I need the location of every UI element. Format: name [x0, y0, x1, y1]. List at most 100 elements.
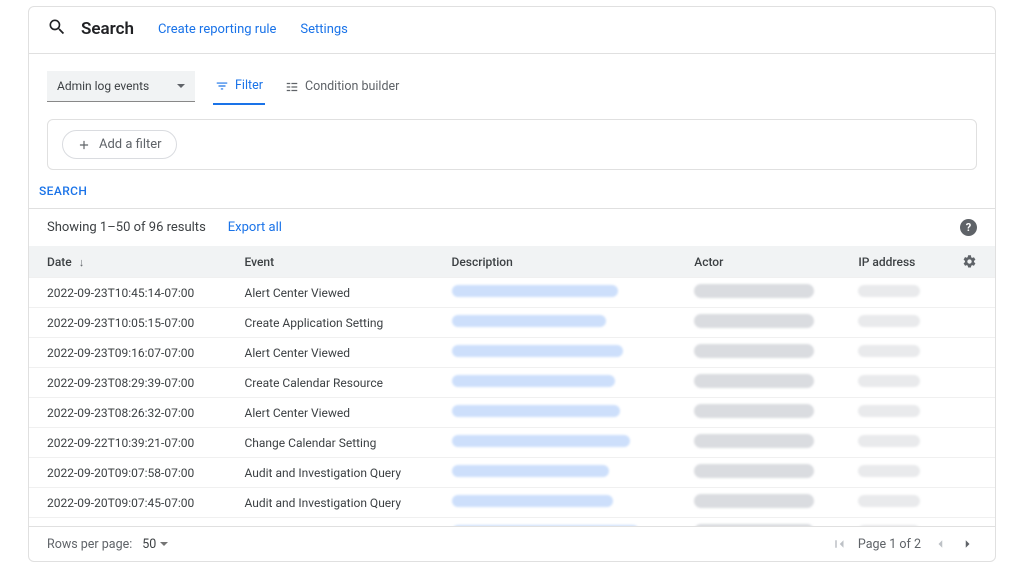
- controls-row: Admin log events Filter Condition builde…: [29, 54, 995, 105]
- chevron-down-icon: [160, 542, 168, 550]
- table-row[interactable]: 2022-09-23T08:29:39-07:00Create Calendar…: [29, 368, 995, 398]
- table-row[interactable]: 2022-09-23T09:16:07-07:00Alert Center Vi…: [29, 338, 995, 368]
- plus-icon: [77, 138, 91, 152]
- cell-description: [442, 488, 685, 518]
- cell-ip: [848, 368, 944, 398]
- page-text: Page 1 of 2: [858, 537, 921, 552]
- cell-ip: [848, 428, 944, 458]
- cell-description: [442, 398, 685, 428]
- cell-ip: [848, 338, 944, 368]
- results-table: Date ↓ Event Description Actor IP addres…: [29, 246, 995, 526]
- cell-ip: [848, 488, 944, 518]
- cell-date: 2022-09-20T09:07:58-07:00: [29, 458, 234, 488]
- cell-event: Alert Center Viewed: [234, 338, 441, 368]
- chevron-down-icon: [177, 84, 185, 92]
- export-all-link[interactable]: Export all: [228, 220, 282, 235]
- create-reporting-rule-link[interactable]: Create reporting rule: [158, 22, 276, 37]
- cell-event: Create Application Setting: [234, 308, 441, 338]
- cell-actor: [684, 488, 848, 518]
- cell-date: 2022-09-20T09:07:45-07:00: [29, 488, 234, 518]
- tab-condition-builder-label: Condition builder: [305, 79, 399, 94]
- cell-ip: [848, 278, 944, 308]
- cell-date: 2022-09-22T10:39:21-07:00: [29, 428, 234, 458]
- cell-event: Create Calendar Resource: [234, 368, 441, 398]
- table-row[interactable]: 2022-09-20T09:03:08-07:00Audit and Inves…: [29, 518, 995, 526]
- cell-event: Audit and Investigation Query: [234, 458, 441, 488]
- cell-event: Alert Center Viewed: [234, 398, 441, 428]
- col-date-label: Date: [47, 255, 72, 269]
- cell-event: Audit and Investigation Query: [234, 518, 441, 526]
- cell-event: Change Calendar Setting: [234, 428, 441, 458]
- cell-actor: [684, 338, 848, 368]
- prev-page-icon[interactable]: [931, 535, 949, 553]
- table-row[interactable]: 2022-09-23T10:05:15-07:00Create Applicat…: [29, 308, 995, 338]
- cell-description: [442, 338, 685, 368]
- cell-date: 2022-09-20T09:03:08-07:00: [29, 518, 234, 526]
- results-table-wrap[interactable]: Date ↓ Event Description Actor IP addres…: [29, 246, 995, 526]
- cell-date: 2022-09-23T09:16:07-07:00: [29, 338, 234, 368]
- search-icon: [47, 17, 67, 41]
- cell-actor: [684, 398, 848, 428]
- cell-description: [442, 308, 685, 338]
- col-actor[interactable]: Actor: [684, 246, 848, 278]
- sort-desc-icon: ↓: [79, 256, 85, 269]
- cell-actor: [684, 368, 848, 398]
- filter-area: Add a filter: [47, 119, 977, 170]
- add-filter-label: Add a filter: [99, 137, 162, 152]
- column-settings-button[interactable]: [945, 246, 995, 278]
- cell-description: [442, 428, 685, 458]
- cell-description: [442, 518, 685, 526]
- results-summary: Showing 1–50 of 96 results: [47, 220, 206, 235]
- datasource-dropdown[interactable]: Admin log events: [47, 71, 195, 102]
- rows-per-page-select[interactable]: 50: [142, 537, 168, 552]
- table-row[interactable]: 2022-09-20T09:07:45-07:00Audit and Inves…: [29, 488, 995, 518]
- cell-ip: [848, 458, 944, 488]
- rows-per-page-label: Rows per page:: [47, 537, 132, 552]
- col-event[interactable]: Event: [234, 246, 441, 278]
- cell-actor: [684, 428, 848, 458]
- cell-actor: [684, 278, 848, 308]
- cell-description: [442, 278, 685, 308]
- cell-actor: [684, 518, 848, 526]
- table-row[interactable]: 2022-09-20T09:07:58-07:00Audit and Inves…: [29, 458, 995, 488]
- datasource-label: Admin log events: [57, 79, 149, 93]
- cell-event: Audit and Investigation Query: [234, 488, 441, 518]
- tab-condition-builder[interactable]: Condition builder: [283, 68, 401, 105]
- col-ip[interactable]: IP address: [848, 246, 944, 278]
- query-mode-tabs: Filter Condition builder: [213, 68, 401, 105]
- panel-header: Search Create reporting rule Settings: [29, 7, 995, 54]
- help-icon[interactable]: ?: [960, 219, 977, 236]
- table-row[interactable]: 2022-09-22T10:39:21-07:00Change Calendar…: [29, 428, 995, 458]
- table-footer: Rows per page: 50 Page 1 of 2: [29, 526, 995, 561]
- table-row[interactable]: 2022-09-23T08:26:32-07:00Alert Center Vi…: [29, 398, 995, 428]
- cell-description: [442, 458, 685, 488]
- cell-actor: [684, 458, 848, 488]
- results-bar: Showing 1–50 of 96 results Export all ?: [29, 208, 995, 246]
- cell-description: [442, 368, 685, 398]
- cell-date: 2022-09-23T10:45:14-07:00: [29, 278, 234, 308]
- pagination: Page 1 of 2: [830, 535, 977, 553]
- filter-icon: [215, 79, 229, 93]
- page-title: Search: [81, 19, 134, 39]
- condition-builder-icon: [285, 80, 299, 94]
- first-page-icon[interactable]: [830, 535, 848, 553]
- cell-ip: [848, 398, 944, 428]
- table-row[interactable]: 2022-09-23T10:45:14-07:00Alert Center Vi…: [29, 278, 995, 308]
- gear-icon: [962, 254, 977, 269]
- col-description[interactable]: Description: [442, 246, 685, 278]
- add-filter-button[interactable]: Add a filter: [62, 130, 177, 159]
- cell-actor: [684, 308, 848, 338]
- cell-event: Alert Center Viewed: [234, 278, 441, 308]
- cell-ip: [848, 308, 944, 338]
- next-page-icon[interactable]: [959, 535, 977, 553]
- tab-filter[interactable]: Filter: [213, 68, 265, 105]
- settings-link[interactable]: Settings: [300, 22, 347, 37]
- search-button[interactable]: SEARCH: [29, 184, 995, 208]
- investigation-panel: Search Create reporting rule Settings Ad…: [28, 6, 996, 562]
- tab-filter-label: Filter: [235, 78, 263, 93]
- rows-per-page-value: 50: [142, 537, 156, 552]
- cell-date: 2022-09-23T10:05:15-07:00: [29, 308, 234, 338]
- cell-date: 2022-09-23T08:26:32-07:00: [29, 398, 234, 428]
- cell-ip: [848, 518, 944, 526]
- col-date[interactable]: Date ↓: [29, 246, 234, 278]
